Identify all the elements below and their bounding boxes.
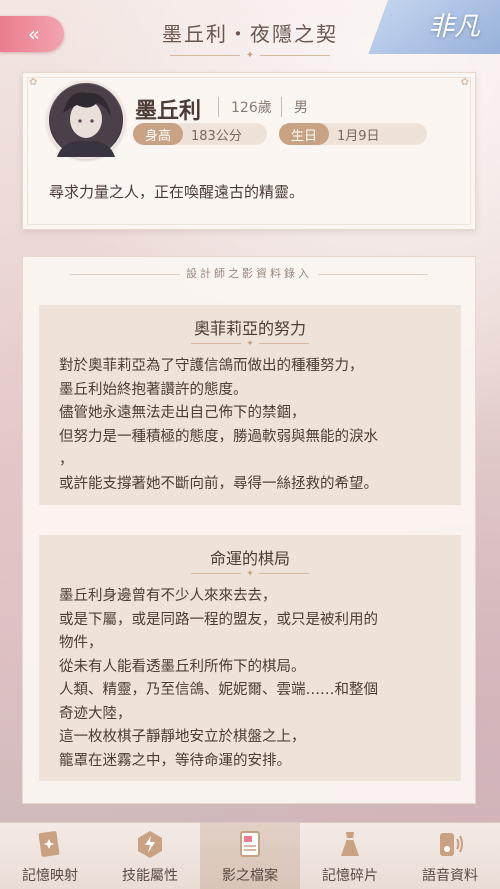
record-line: 籠罩在迷霧之中，等待命運的安排。 <box>59 752 291 769</box>
record-line: 這一枚枚棋子靜靜地安立於棋盤之上， <box>59 729 306 745</box>
record-line: 從未有人能看透墨丘利所佈下的棋局。 <box>59 658 306 675</box>
profile-card: ✿ ✿ 墨丘利 126歲 男 身高 183公分 生日 1月9日 尋求力量之人，正… <box>22 72 476 230</box>
voice-phone-icon <box>440 833 463 856</box>
bottom-nav: 記憶映射 技能屬性 影之檔案 記憶碎片 語音資料 <box>0 822 500 889</box>
record-title: 命運的棋局 <box>209 549 290 568</box>
page-title: 墨丘利・夜隱之契 <box>162 22 338 46</box>
nav-item-shadow-archive[interactable]: 影之檔案 <box>200 823 300 889</box>
avatar[interactable] <box>47 81 125 159</box>
record-body: 墨丘利身邊曾有不少人來來去去， 或是下屬，或是同路一程的盟友，或只是被利用的 物… <box>39 581 461 773</box>
records-panel: 設計師之影資料錄入 奧菲莉亞的努力 ✦ 對於奧菲莉亞為了守護信鴿而做出的種種努力… <box>22 256 476 804</box>
corner-ornament-icon: ✿ <box>29 77 38 88</box>
memory-card-icon <box>38 831 60 857</box>
corner-ornament-icon: ✿ <box>460 77 469 88</box>
record-line: 但努力是一種積極的態度，勝過軟弱與無能的淚水 <box>59 428 378 445</box>
nav-item-voice-data[interactable]: 語音資料 <box>400 823 500 889</box>
record-line: 儘管她永遠無法走出自己佈下的禁錮， <box>59 405 306 421</box>
nav-label: 記憶碎片 <box>322 868 378 884</box>
record-ornament: ✦ <box>39 569 461 581</box>
nav-label: 語音資料 <box>422 868 478 884</box>
record-line: 對於奧菲莉亞為了守護信鴿而做出的種種努力， <box>59 358 364 374</box>
record-line: 墨丘利始終抱著讚許的態度。 <box>59 381 248 398</box>
record-body: 對於奧菲莉亞為了守護信鴿而做出的種種努力， 墨丘利始終抱著讚許的態度。 儘管她永… <box>39 351 461 496</box>
nav-label: 影之檔案 <box>222 868 278 884</box>
document-icon <box>240 831 260 857</box>
birthday-label: 生日 <box>279 123 330 145</box>
record-line: ， <box>59 452 74 468</box>
title-ornament: ✦ <box>0 50 500 61</box>
birthday-value: 1月9日 <box>337 128 380 144</box>
record-entry: 奧菲莉亞的努力 ✦ 對於奧菲莉亞為了守護信鴿而做出的種種努力， 墨丘利始終抱著讚… <box>39 305 461 505</box>
skill-hexagon-icon <box>138 831 162 858</box>
nav-label: 記憶映射 <box>22 868 78 884</box>
record-line: 物件， <box>59 635 103 651</box>
record-ornament: ✦ <box>39 339 461 351</box>
nav-item-skill-attributes[interactable]: 技能屬性 <box>100 823 200 889</box>
nav-item-memory-fragments[interactable]: 記憶碎片 <box>300 823 400 889</box>
dress-icon <box>341 832 359 856</box>
height-tag: 身高 183公分 <box>133 123 267 145</box>
record-line: 墨丘利身邊曾有不少人來來去去， <box>59 588 277 604</box>
nav-item-memory-mapping[interactable]: 記憶映射 <box>0 823 100 889</box>
record-title: 奧菲莉亞的努力 <box>193 319 306 338</box>
height-value: 183公分 <box>191 128 242 144</box>
records-heading: 設計師之影資料錄入 <box>23 265 475 281</box>
birthday-tag: 生日 1月9日 <box>279 123 427 145</box>
record-line: 或許能支撐著她不斷向前，尋得一絲拯救的希望。 <box>59 475 378 492</box>
record-line: 或是下屬，或是同路一程的盟友，或只是被利用的 <box>59 611 378 628</box>
character-name: 墨丘利 <box>135 98 202 124</box>
records-heading-text: 設計師之影資料錄入 <box>186 267 312 280</box>
portrait-icon <box>50 84 122 157</box>
character-gender: 男 <box>281 97 308 117</box>
record-line: 奇迹大陸， <box>59 705 132 722</box>
height-label: 身高 <box>133 123 184 145</box>
character-age: 126歲 <box>218 97 272 117</box>
character-bio: 尋求力量之人，正在喚醒遠古的精靈。 <box>49 183 305 201</box>
nav-label: 技能屬性 <box>122 868 178 884</box>
record-entry: 命運的棋局 ✦ 墨丘利身邊曾有不少人來來去去， 或是下屬，或是同路一程的盟友，或… <box>39 535 461 781</box>
record-line: 人類、精靈，乃至信鴿、妮妮爾、雲端……和整個 <box>59 682 378 698</box>
header: 非凡 « 墨丘利・夜隱之契 ✦ <box>0 0 500 62</box>
